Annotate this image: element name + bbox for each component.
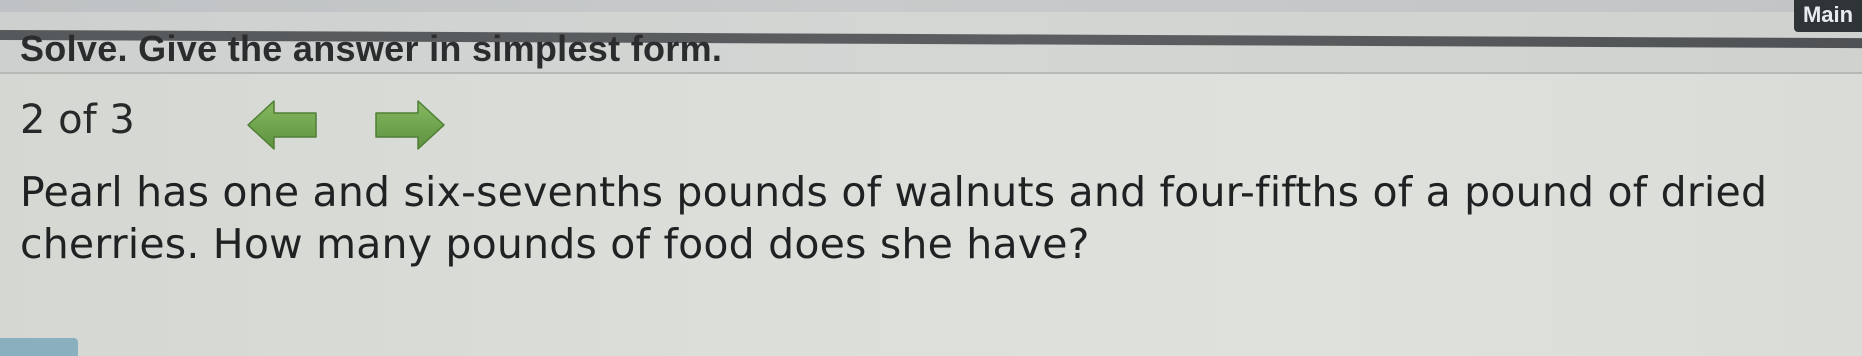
section-divider [0, 72, 1862, 74]
right-arrow-icon [375, 100, 445, 150]
answer-tab[interactable] [0, 338, 78, 356]
next-question-button[interactable] [370, 95, 448, 155]
main-menu-button[interactable]: Main [1794, 0, 1862, 32]
worksheet-screen: Main Solve. Give the answer in simplest … [0, 0, 1862, 356]
question-counter: 2 of 3 [20, 97, 135, 143]
instructions-text: Solve. Give the answer in simplest form. [20, 28, 723, 69]
question-text: Pearl has one and six-sevenths pounds of… [20, 168, 1768, 268]
question-navigation: 2 of 3 [20, 95, 620, 155]
previous-question-button[interactable] [244, 95, 322, 155]
left-arrow-icon [247, 100, 317, 150]
